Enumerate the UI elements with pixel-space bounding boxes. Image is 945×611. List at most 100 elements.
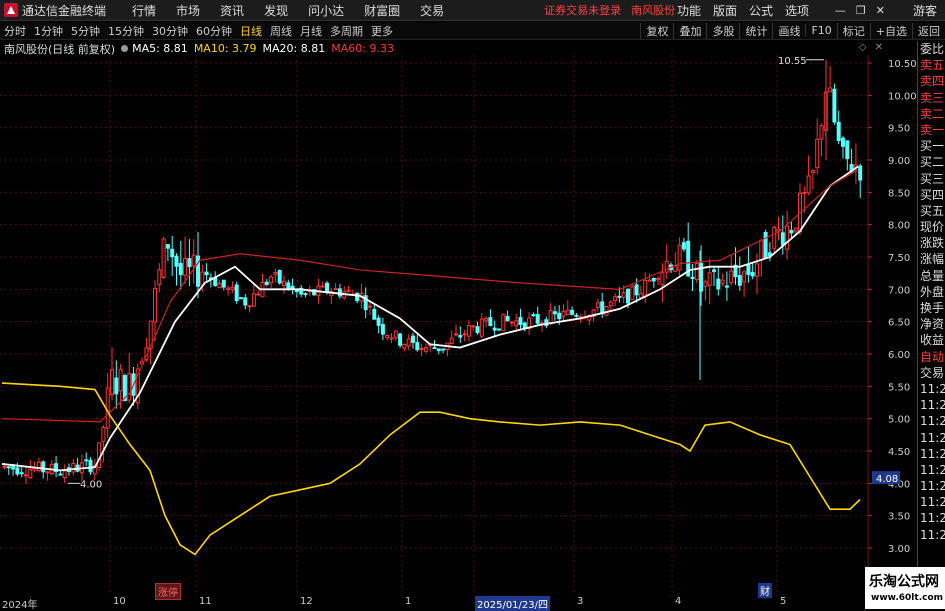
side-panel-item[interactable]: 11:29 <box>918 494 945 510</box>
add-watchlist-button[interactable]: +自选 <box>869 22 912 39</box>
menu-banmian[interactable]: 版面 <box>707 2 743 19</box>
candle-body <box>204 271 209 276</box>
period-monthly[interactable]: 月线 <box>296 23 326 39</box>
side-panel-item[interactable]: 卖四 <box>918 73 945 89</box>
menu-shichang[interactable]: 市场 <box>166 2 210 19</box>
period-30min[interactable]: 30分钟 <box>148 23 192 39</box>
candle-body <box>372 308 377 320</box>
candle-body <box>802 192 807 195</box>
candle-body <box>393 330 398 339</box>
menu-gongneng[interactable]: 功能 <box>671 2 707 19</box>
settings-dot-icon[interactable] <box>121 45 129 52</box>
side-panel-item[interactable]: 自动 <box>918 349 945 365</box>
side-panel-item[interactable]: 换手 <box>918 300 945 316</box>
side-panel-item[interactable]: 外盘 <box>918 284 945 300</box>
side-panel-item[interactable]: 卖三 <box>918 90 945 106</box>
guest-user[interactable]: 游客 <box>913 2 937 19</box>
back-button[interactable]: 返回 <box>912 22 945 39</box>
period-5min[interactable]: 5分钟 <box>67 23 104 39</box>
ma20-value: MA20: 8.81 <box>262 42 326 55</box>
close-panel-icon[interactable]: ✕ <box>875 42 883 53</box>
side-panel-item[interactable]: 现价 <box>918 219 945 235</box>
candle-body <box>264 281 269 285</box>
overlay-button[interactable]: 叠加 <box>673 22 706 39</box>
minimize-icon[interactable]: — <box>835 4 846 17</box>
period-weekly[interactable]: 周线 <box>266 23 296 39</box>
candle-body <box>548 310 553 324</box>
side-panel-item[interactable]: 11:29 <box>918 413 945 429</box>
candle-body <box>402 343 407 349</box>
candle-body <box>626 288 630 304</box>
candle-body <box>346 290 351 293</box>
menu-jiaoyi[interactable]: 交易 <box>410 2 454 19</box>
candle-body <box>114 377 119 395</box>
candle-body <box>239 297 243 300</box>
side-panel-item[interactable]: 11:29 <box>918 397 945 413</box>
app-logo-icon <box>4 3 18 17</box>
side-panel-item[interactable]: 11:29 <box>918 446 945 462</box>
side-panel-item[interactable]: 净资 <box>918 316 945 332</box>
candle-body <box>729 270 734 284</box>
side-panel-item[interactable]: 11:29 <box>918 381 945 397</box>
draw-line-button[interactable]: 画线 <box>772 22 805 39</box>
candle-body <box>466 325 471 337</box>
candle-body <box>221 279 226 288</box>
side-panel-item[interactable]: 11:29 <box>918 462 945 478</box>
period-60min[interactable]: 60分钟 <box>192 23 236 39</box>
side-panel-item[interactable]: 买三 <box>918 171 945 187</box>
menu-caifuquan[interactable]: 财富圈 <box>354 2 410 19</box>
menu-xuanxiang[interactable]: 选项 <box>779 2 815 19</box>
menu-zixun[interactable]: 资讯 <box>210 2 254 19</box>
diamond-icon[interactable]: ◇ <box>859 42 867 53</box>
title-bar: 通达信金融终端 行情 市场 资讯 发现 问小达 财富圈 交易 证券交易未登录 南… <box>0 0 945 21</box>
side-panel-item[interactable]: 卖二 <box>918 106 945 122</box>
side-panel-item[interactable]: 委比 <box>918 41 945 57</box>
notice-stock-name[interactable]: 南风股份 <box>631 2 675 18</box>
side-panel-item[interactable]: 收益 <box>918 332 945 348</box>
period-multi[interactable]: 多周期 <box>326 23 367 39</box>
candle-body <box>110 369 114 396</box>
side-panel-item[interactable]: 涨幅 <box>918 251 945 267</box>
candle-body <box>389 337 394 340</box>
side-panel-item[interactable]: 交易 <box>918 365 945 381</box>
side-panel-item[interactable]: 涨跌 <box>918 235 945 251</box>
menu-gongshi[interactable]: 公式 <box>743 2 779 19</box>
period-more[interactable]: 更多 <box>367 23 397 39</box>
side-panel-item[interactable]: 11:29 <box>918 430 945 446</box>
side-panel-item[interactable]: 11:29 <box>918 510 945 526</box>
multi-stock-button[interactable]: 多股 <box>706 22 739 39</box>
adjust-button[interactable]: 复权 <box>640 22 673 39</box>
side-panel-item[interactable]: 买一 <box>918 138 945 154</box>
side-panel-item[interactable]: 总量 <box>918 268 945 284</box>
menu-hangqing[interactable]: 行情 <box>122 2 166 19</box>
side-panel-item[interactable]: 买四 <box>918 187 945 203</box>
period-daily[interactable]: 日线 <box>236 23 266 39</box>
period-15min[interactable]: 15分钟 <box>104 23 148 39</box>
side-panel-item[interactable]: 11:29 <box>918 478 945 494</box>
statistics-button[interactable]: 统计 <box>739 22 772 39</box>
candle-body <box>411 335 415 343</box>
login-notice[interactable]: 证券交易未登录 <box>544 2 621 18</box>
candle-body <box>806 175 811 194</box>
side-panel-item[interactable]: 11:29 <box>918 527 945 543</box>
candle-body <box>230 286 235 291</box>
ma10-line <box>1 382 861 556</box>
mark-button[interactable]: 标记 <box>836 22 870 39</box>
menu-wenxiaoda[interactable]: 问小达 <box>298 2 354 19</box>
candle-body <box>858 165 863 181</box>
period-1min[interactable]: 1分钟 <box>30 23 67 39</box>
kline-chart[interactable]: 10.50 10.00 9.50 9.00 8.50 8.00 7.50 7.00 6.50 6.… <box>0 55 917 596</box>
candle-body <box>41 461 46 473</box>
f10-button[interactable]: F10 <box>805 24 836 37</box>
close-icon[interactable]: ✕ <box>876 4 885 17</box>
side-panel-item[interactable]: 卖一 <box>918 122 945 138</box>
ma5-line <box>1 165 859 472</box>
side-panel-item[interactable]: 买二 <box>918 154 945 170</box>
candle-body <box>200 271 205 286</box>
candle-body <box>19 472 24 475</box>
side-panel-item[interactable]: 卖五 <box>918 57 945 73</box>
side-panel-item[interactable]: 买五 <box>918 203 945 219</box>
restore-icon[interactable]: ❐ <box>856 4 866 17</box>
menu-faxian[interactable]: 发现 <box>254 2 298 19</box>
period-fenshi[interactable]: 分时 <box>0 23 30 39</box>
